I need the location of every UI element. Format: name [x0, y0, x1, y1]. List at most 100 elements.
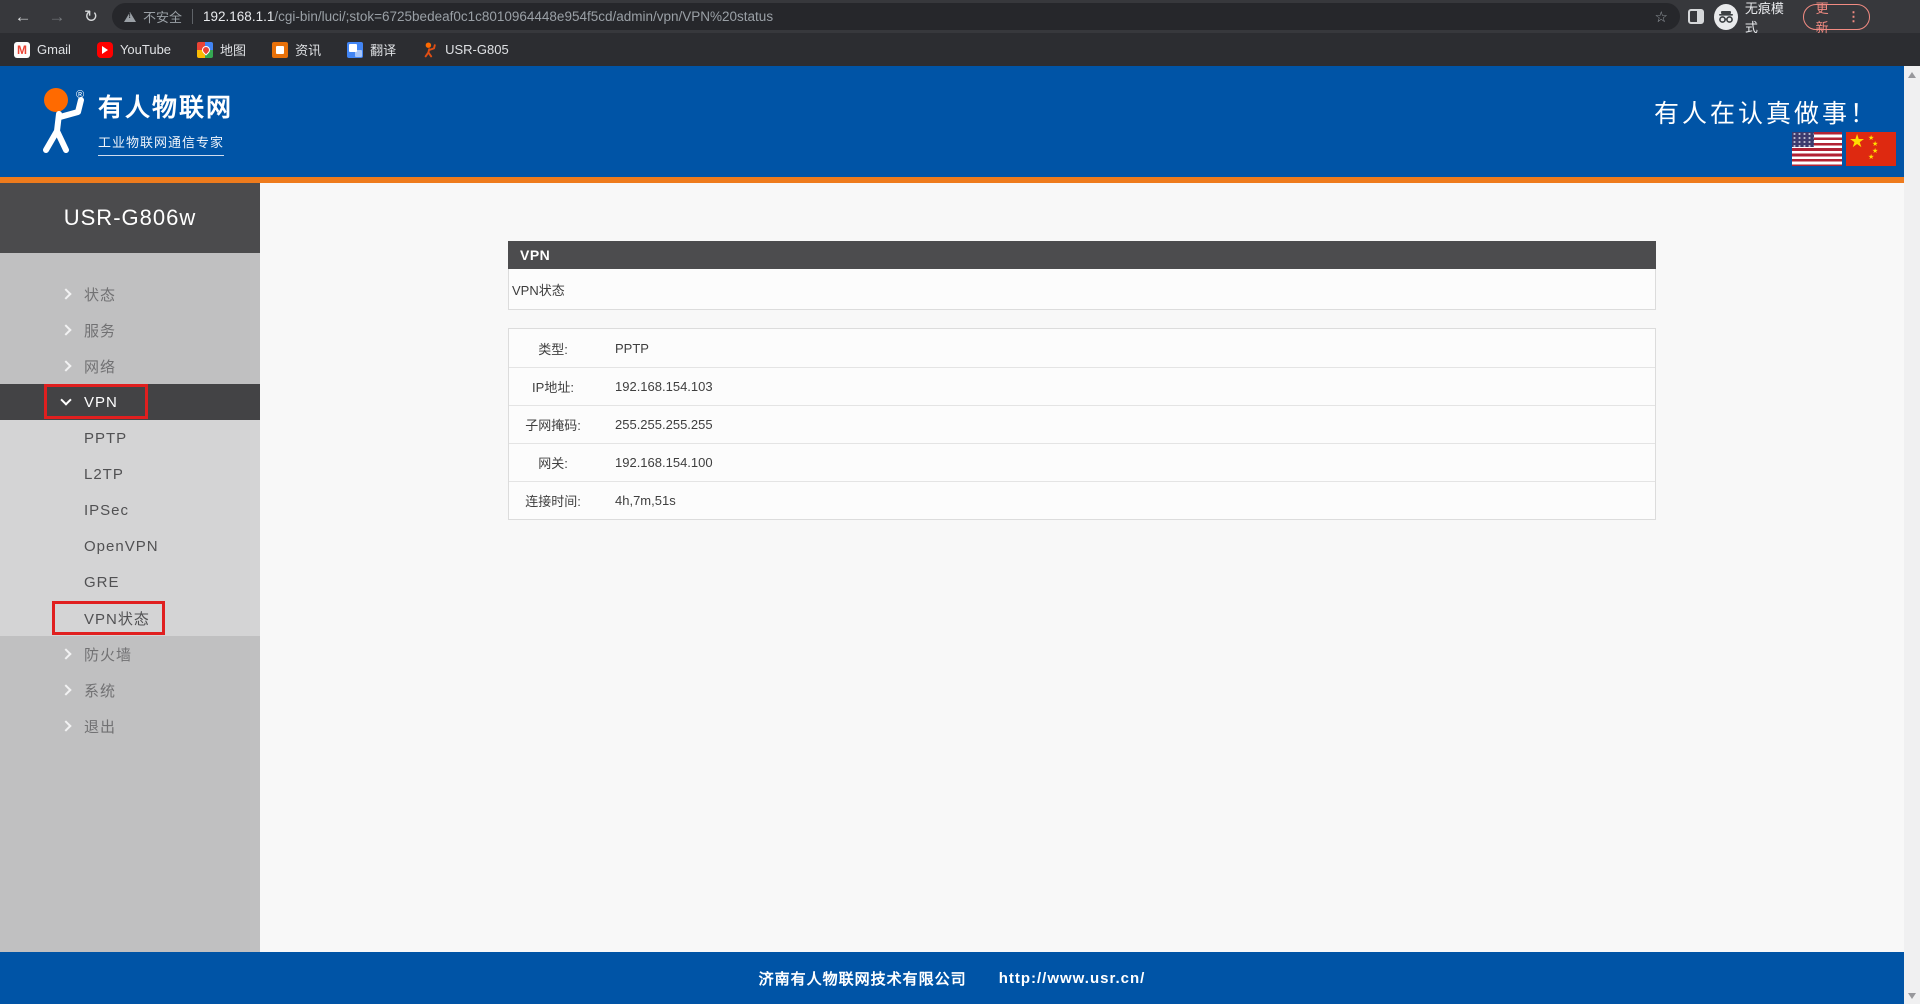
footer-website-link[interactable]: http://www.usr.cn/ — [999, 970, 1146, 987]
incognito-icon — [1714, 4, 1738, 30]
browser-toolbar: ← → ↻ 不安全 192.168.1.1/cgi-bin/luci/;stok… — [0, 0, 1920, 33]
sidebar-item-system[interactable]: 系统 — [0, 672, 260, 708]
footer-company: 济南有人物联网技术有限公司 — [759, 968, 967, 989]
update-label: 更新 — [1816, 0, 1838, 36]
row-value: 4h,7m,51s — [597, 493, 676, 508]
row-value: PPTP — [597, 341, 649, 356]
header-slogan: 有人在认真做事！ — [1654, 94, 1878, 130]
sidebar-item-label: L2TP — [84, 466, 124, 483]
sidebar-item-label: 系统 — [84, 680, 116, 701]
row-label: 类型: — [509, 339, 597, 358]
chevron-right-icon — [60, 360, 71, 371]
bookmark-news[interactable]: 资讯 — [272, 40, 321, 59]
cn-flag-icon[interactable]: ★ ★ ★ ★ ★ — [1846, 132, 1896, 166]
sidebar-item-label: 防火墙 — [84, 644, 132, 665]
sidebar-item-openvpn[interactable]: OpenVPN — [0, 528, 260, 564]
bookmark-translate[interactable]: 翻译 — [347, 40, 396, 59]
forward-icon[interactable]: → — [44, 4, 70, 30]
youtube-icon — [97, 42, 113, 58]
vpn-submenu: PPTP L2TP IPSec OpenVPN GRE VP — [0, 420, 260, 636]
news-icon — [272, 42, 288, 58]
bookmark-label: 地图 — [220, 40, 246, 59]
sidebar-item-label: PPTP — [84, 430, 127, 447]
brand-subtitle: 工业物联网通信专家 — [98, 132, 224, 156]
table-row: 网关: 192.168.154.100 — [509, 443, 1655, 481]
sidebar: USR-G806w 状态 服务 网络 VPN — [0, 183, 260, 952]
chevron-right-icon — [60, 288, 71, 299]
security-label: 不安全 — [143, 7, 182, 26]
panel-subtitle: VPN状态 — [508, 269, 1656, 310]
bookmark-label: 资讯 — [295, 40, 321, 59]
row-label: 网关: — [509, 453, 597, 472]
bookmark-youtube[interactable]: YouTube — [97, 42, 171, 58]
sidebar-item-label: OpenVPN — [84, 538, 159, 555]
omnibox-divider — [192, 9, 193, 24]
bookmark-label: Gmail — [37, 42, 71, 57]
maps-icon — [197, 42, 213, 58]
sidebar-menu: 状态 服务 网络 VPN PPTP — [0, 253, 260, 744]
row-label: IP地址: — [509, 377, 597, 396]
chevron-down-icon — [60, 394, 71, 405]
bookmark-gmail[interactable]: M Gmail — [14, 42, 71, 58]
vpn-panel: VPN VPN状态 类型: PPTP IP地址: 192.168.154.103… — [508, 241, 1656, 520]
sidebar-item-label: IPSec — [84, 502, 129, 519]
back-icon[interactable]: ← — [10, 4, 36, 30]
row-value: 192.168.154.103 — [597, 379, 713, 394]
url-text: 192.168.1.1/cgi-bin/luci/;stok=6725bedea… — [203, 9, 1648, 24]
address-bar[interactable]: 不安全 192.168.1.1/cgi-bin/luci/;stok=6725b… — [112, 3, 1680, 30]
side-panel-icon[interactable] — [1688, 9, 1704, 24]
sidebar-item-l2tp[interactable]: L2TP — [0, 456, 260, 492]
site-header: ® 有人物联网 工业物联网通信专家 有人在认真做事！ ★ ★ ★ ★ ★ — [0, 66, 1920, 177]
chevron-right-icon — [60, 648, 71, 659]
sidebar-item-label: 退出 — [84, 716, 116, 737]
sidebar-item-network[interactable]: 网络 — [0, 348, 260, 384]
sidebar-item-firewall[interactable]: 防火墙 — [0, 636, 260, 672]
page-footer: 济南有人物联网技术有限公司 http://www.usr.cn/ — [0, 952, 1904, 1004]
sidebar-item-pptp[interactable]: PPTP — [0, 420, 260, 456]
row-value: 192.168.154.100 — [597, 455, 713, 470]
kebab-menu-icon[interactable]: ⋮ — [1847, 9, 1860, 25]
sidebar-item-services[interactable]: 服务 — [0, 312, 260, 348]
sidebar-item-ipsec[interactable]: IPSec — [0, 492, 260, 528]
bookmark-label: USR-G805 — [445, 42, 509, 57]
bookmark-star-icon[interactable]: ☆ — [1655, 8, 1668, 26]
page-scrollbar[interactable] — [1904, 66, 1920, 1004]
update-button[interactable]: 更新 ⋮ — [1803, 4, 1870, 30]
us-flag-icon[interactable] — [1792, 132, 1842, 166]
toolbar-right-group: 无痕模式 更新 ⋮ — [1688, 0, 1870, 36]
sidebar-item-label: 网络 — [84, 356, 116, 377]
sidebar-item-label: 服务 — [84, 320, 116, 341]
brand-text: 有人物联网 工业物联网通信专家 — [98, 88, 233, 156]
sidebar-item-vpn[interactable]: VPN — [0, 384, 260, 420]
brand-title: 有人物联网 — [98, 88, 233, 124]
bookmark-label: 翻译 — [370, 40, 396, 59]
sidebar-item-logout[interactable]: 退出 — [0, 708, 260, 744]
brand-logo-icon: ® — [32, 84, 94, 161]
row-label: 连接时间: — [509, 491, 597, 510]
row-label: 子网掩码: — [509, 415, 597, 434]
language-flags: ★ ★ ★ ★ ★ — [1792, 132, 1896, 166]
bookmark-usr-g805[interactable]: USR-G805 — [422, 42, 509, 58]
sidebar-item-status[interactable]: 状态 — [0, 276, 260, 312]
incognito-badge: 无痕模式 — [1714, 0, 1793, 36]
sidebar-item-label: VPN状态 — [84, 608, 150, 629]
device-name: USR-G806w — [0, 183, 260, 253]
sidebar-item-label: VPN — [84, 394, 118, 411]
screen: ← → ↻ 不安全 192.168.1.1/cgi-bin/luci/;stok… — [0, 0, 1920, 1004]
bookmark-maps[interactable]: 地图 — [197, 40, 246, 59]
scroll-up-icon[interactable] — [1904, 66, 1920, 83]
sidebar-item-label: GRE — [84, 574, 120, 591]
row-value: 255.255.255.255 — [597, 417, 713, 432]
not-secure-warning-icon — [124, 12, 136, 22]
bookmark-label: YouTube — [120, 42, 171, 57]
scroll-down-icon[interactable] — [1904, 987, 1920, 1004]
bookmarks-bar: M Gmail YouTube 地图 资讯 翻译 USR-G80 — [0, 33, 1920, 66]
reload-icon[interactable]: ↻ — [78, 4, 104, 30]
sidebar-item-gre[interactable]: GRE — [0, 564, 260, 600]
table-row: IP地址: 192.168.154.103 — [509, 367, 1655, 405]
table-row: 类型: PPTP — [509, 329, 1655, 367]
sidebar-item-vpn-status[interactable]: VPN状态 — [0, 600, 260, 636]
table-row: 子网掩码: 255.255.255.255 — [509, 405, 1655, 443]
table-row: 连接时间: 4h,7m,51s — [509, 481, 1655, 519]
sidebar-item-label: 状态 — [84, 284, 116, 305]
